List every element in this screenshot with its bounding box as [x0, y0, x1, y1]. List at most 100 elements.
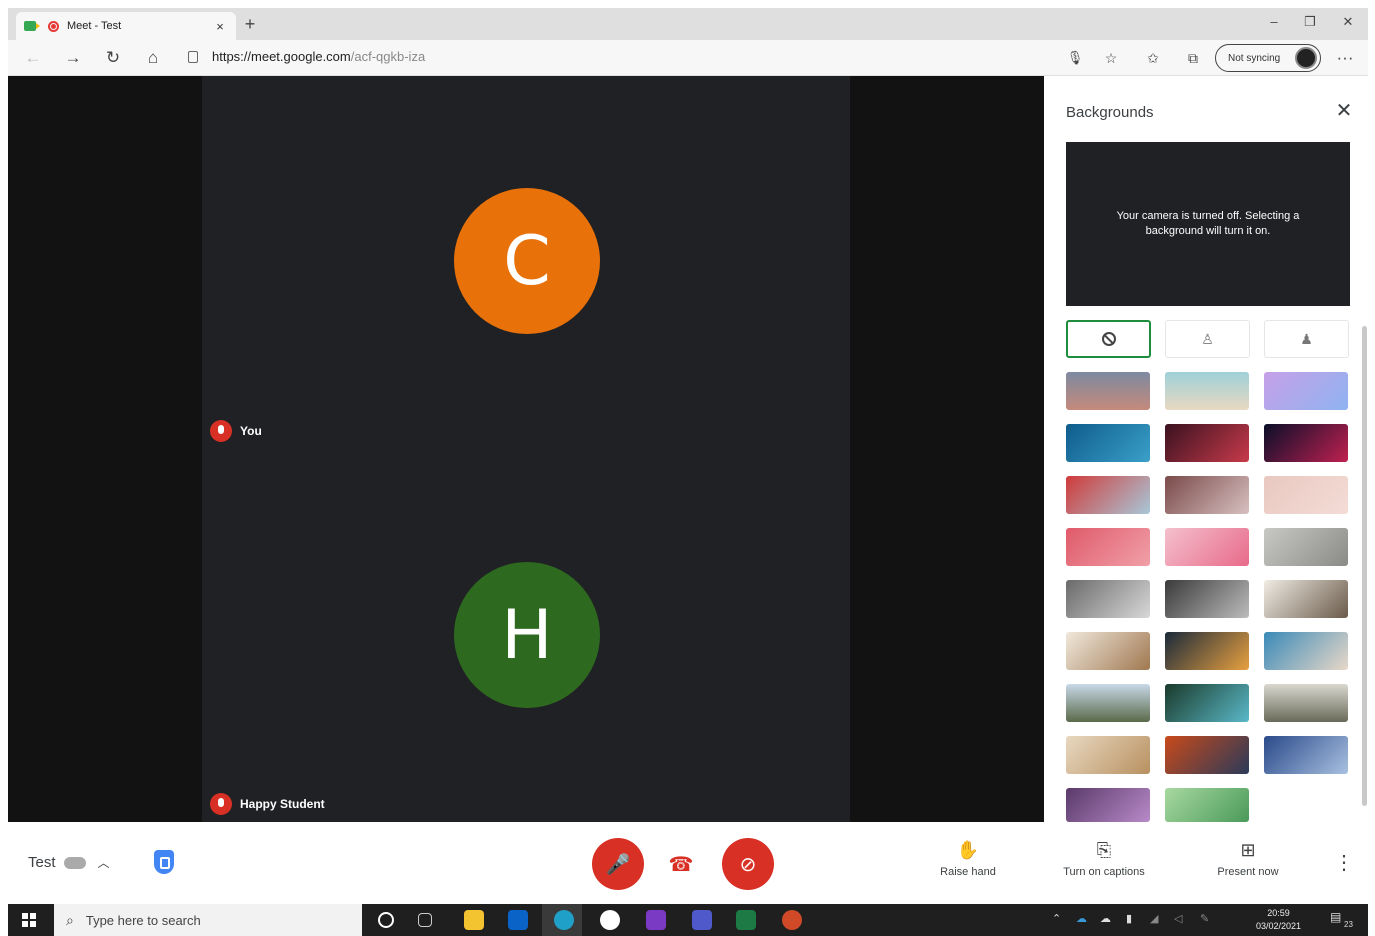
browser-window: Meet - Test × + – ❐ ✕ ← → ↻ ⌂ https://me… [8, 8, 1368, 936]
background-option[interactable] [1264, 372, 1348, 410]
background-option[interactable] [1066, 788, 1150, 822]
background-option[interactable] [1066, 424, 1150, 462]
mic-permission-icon[interactable]: 🎙 [1064, 48, 1086, 68]
network-icon[interactable]: ◢ [1150, 912, 1158, 925]
pen-icon[interactable]: ✎ [1200, 912, 1209, 925]
onedrive-icon[interactable]: ☁ [1076, 912, 1087, 925]
excel-icon[interactable] [736, 910, 756, 930]
meeting-details[interactable]: Test ︿ [28, 854, 110, 871]
windows-start-icon[interactable] [22, 913, 36, 927]
slight-blur-button[interactable]: ♙ [1165, 320, 1250, 358]
background-option[interactable] [1165, 632, 1249, 670]
powerpoint-icon[interactable] [782, 910, 802, 930]
teams-icon[interactable] [692, 910, 712, 930]
background-option[interactable] [1066, 372, 1150, 410]
backgrounds-panel: Backgrounds ✕ Your camera is turned off.… [1044, 76, 1368, 822]
lock-icon [188, 50, 198, 63]
back-icon[interactable]: ← [22, 48, 44, 68]
present-label: Present now [1217, 866, 1279, 878]
cloud-icon[interactable]: ☁ [1100, 912, 1111, 925]
background-option[interactable] [1264, 476, 1348, 514]
usb-icon[interactable]: ▮ [1126, 912, 1132, 925]
restore-icon[interactable]: ❐ [1298, 14, 1322, 30]
background-option[interactable] [1165, 580, 1249, 618]
background-option[interactable] [1165, 788, 1249, 822]
refresh-icon[interactable]: ↻ [102, 48, 124, 68]
cortana-icon[interactable] [378, 912, 394, 928]
background-option[interactable] [1264, 528, 1348, 566]
meeting-controls: Test ︿ 🎤 ☎ ⊘ ✋ Raise hand ⎘ Turn on capt… [8, 822, 1368, 904]
window-close-icon[interactable]: ✕ [1336, 14, 1360, 30]
hang-up-button[interactable]: ☎ [668, 852, 694, 878]
sync-label: Not syncing [1228, 52, 1281, 64]
clock-date: 03/02/2021 [1256, 921, 1302, 931]
url-path: /acf-qgkb-iza [350, 49, 426, 64]
new-tab-button[interactable]: + [240, 14, 260, 35]
minimize-icon[interactable]: – [1262, 14, 1286, 29]
more-menu-icon[interactable]: ··· [1334, 48, 1356, 68]
blur-button[interactable]: ♟ [1264, 320, 1349, 358]
close-icon[interactable]: ✕ [1332, 98, 1356, 123]
background-option[interactable] [1165, 528, 1249, 566]
camera-off-icon: ⊘ [739, 853, 757, 876]
background-option[interactable] [1066, 632, 1150, 670]
participant-label-happy-student: Happy Student [210, 793, 325, 815]
preview-message: Your camera is turned off. Selecting a b… [1116, 210, 1300, 237]
background-option[interactable] [1165, 424, 1249, 462]
raise-hand-button[interactable]: ✋ Raise hand [933, 840, 1003, 878]
collections-icon[interactable]: ⧉ [1182, 48, 1204, 68]
present-button[interactable]: ⊞ Present now [1208, 840, 1288, 878]
background-option[interactable] [1066, 684, 1150, 722]
profile-avatar [1295, 47, 1317, 69]
tray-chevron-icon[interactable]: ⌃ [1052, 912, 1061, 925]
more-options-icon[interactable]: ⋮ [1334, 850, 1354, 875]
background-option[interactable] [1264, 580, 1348, 618]
participant-label-you: You [210, 420, 262, 442]
forward-icon[interactable]: → [62, 48, 84, 68]
captions-label: Turn on captions [1063, 866, 1145, 878]
file-explorer-icon[interactable] [464, 910, 484, 930]
background-option[interactable] [1264, 736, 1348, 774]
muted-mic-icon [210, 793, 232, 815]
chrome-icon[interactable] [600, 910, 620, 930]
outlook-icon[interactable] [508, 910, 528, 930]
captions-button[interactable]: ⎘ Turn on captions [1054, 840, 1154, 878]
background-option[interactable] [1264, 424, 1348, 462]
background-option[interactable] [1165, 736, 1249, 774]
clock-time: 20:59 [1267, 908, 1290, 918]
taskbar-search[interactable]: ⌕ Type here to search [54, 904, 362, 936]
video-stage: C You H Happy Student [8, 76, 1044, 822]
mic-off-button[interactable]: 🎤 [592, 838, 644, 890]
meet-favicon-icon [24, 21, 40, 31]
onenote-icon[interactable] [646, 910, 666, 930]
host-controls-icon[interactable] [154, 850, 174, 874]
recording-icon [48, 20, 59, 32]
edge-icon[interactable] [554, 910, 574, 930]
background-option[interactable] [1264, 684, 1348, 722]
no-effect-button[interactable] [1066, 320, 1151, 358]
background-option[interactable] [1264, 632, 1348, 670]
home-icon[interactable]: ⌂ [142, 48, 164, 68]
panel-scrollbar[interactable] [1362, 326, 1367, 806]
background-option[interactable] [1066, 476, 1150, 514]
background-option[interactable] [1165, 476, 1249, 514]
background-option[interactable] [1165, 372, 1249, 410]
participant-avatar-c: C [454, 188, 600, 334]
participant-tiles: C You H Happy Student [202, 76, 850, 822]
notifications-icon[interactable]: ▤ [1330, 910, 1341, 924]
background-option[interactable] [1066, 528, 1150, 566]
task-view-icon[interactable] [418, 913, 432, 927]
add-favorite-icon[interactable]: ☆ [1100, 48, 1122, 68]
tab-close-icon[interactable]: × [212, 19, 228, 34]
clock[interactable]: 20:59 03/02/2021 [1256, 907, 1301, 933]
volume-icon[interactable]: ◁ [1174, 912, 1182, 925]
profile-sync-button[interactable]: Not syncing [1215, 44, 1321, 72]
url-field[interactable]: https://meet.google.com /acf-qgkb-iza [188, 49, 425, 64]
background-option[interactable] [1165, 684, 1249, 722]
browser-tab[interactable]: Meet - Test × [16, 12, 236, 40]
background-option[interactable] [1066, 736, 1150, 774]
favorites-icon[interactable]: ✩ [1142, 48, 1164, 68]
camera-off-button[interactable]: ⊘ [722, 838, 774, 890]
search-placeholder: Type here to search [85, 912, 201, 928]
background-option[interactable] [1066, 580, 1150, 618]
